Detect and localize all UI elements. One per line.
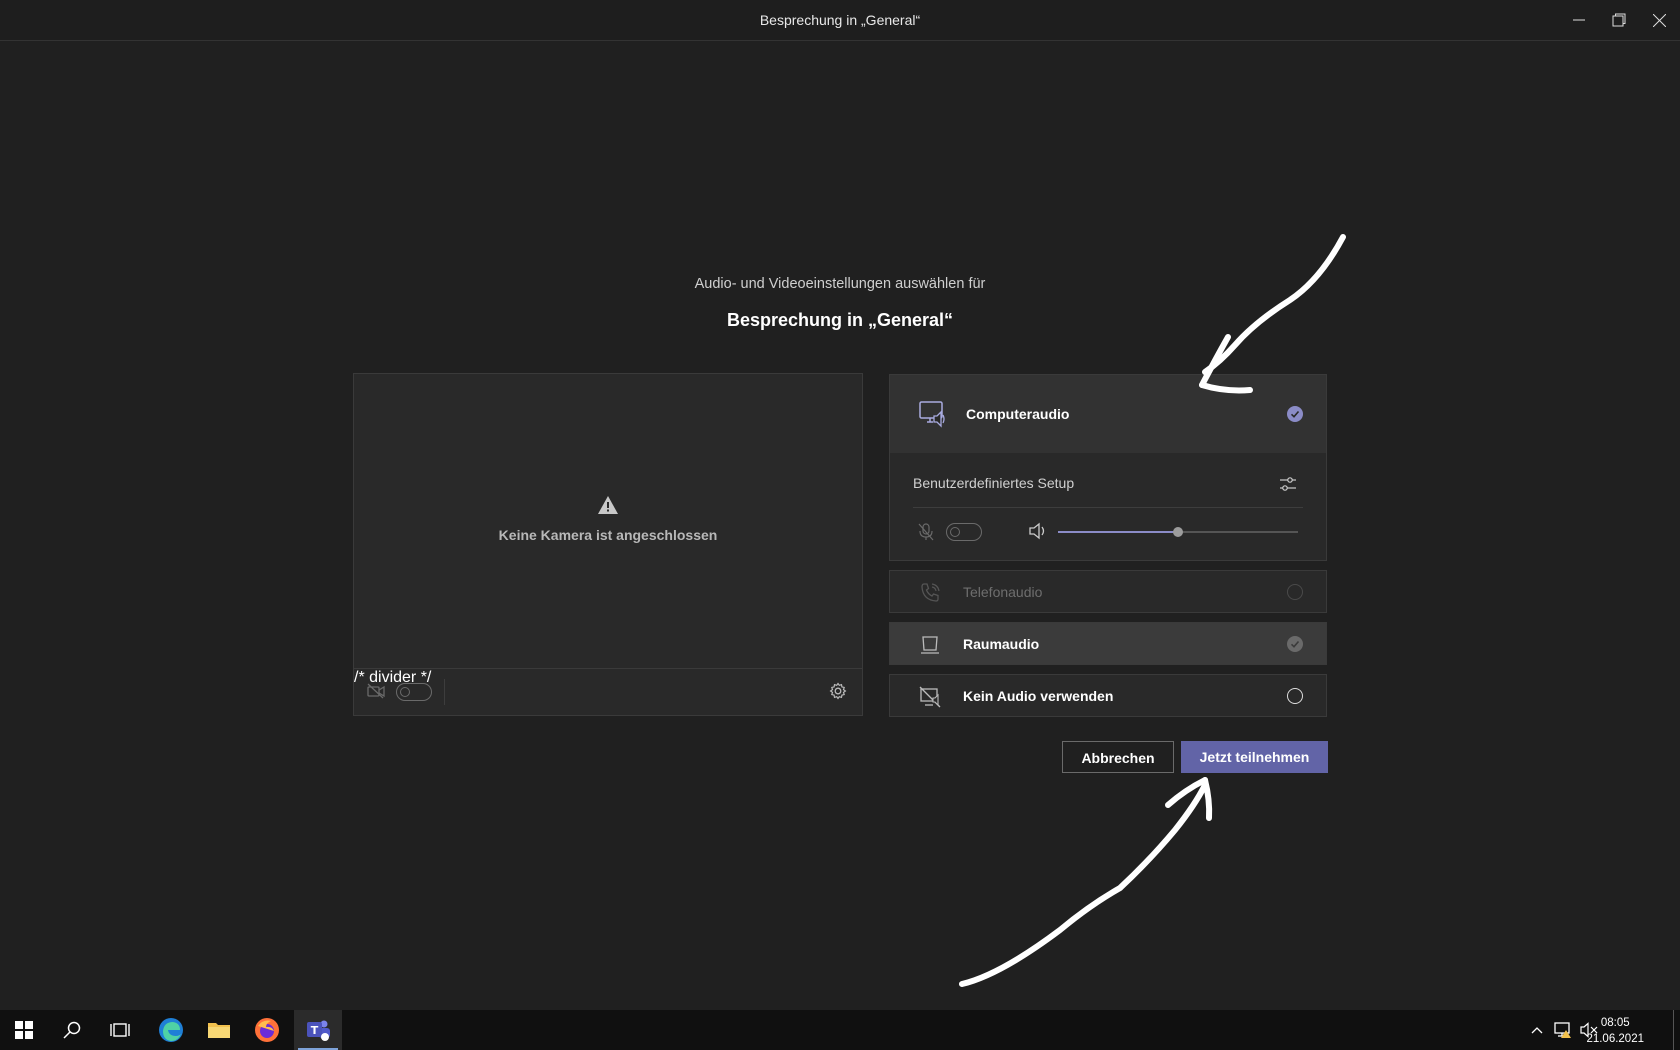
show-hidden-icons-button[interactable] bbox=[1524, 1010, 1550, 1050]
task-view-icon bbox=[110, 1023, 130, 1037]
search-button[interactable] bbox=[48, 1010, 96, 1050]
edge-icon bbox=[159, 1018, 183, 1042]
search-icon bbox=[63, 1021, 81, 1039]
windows-logo-icon bbox=[15, 1021, 33, 1039]
start-button[interactable] bbox=[0, 1010, 48, 1050]
arrow-to-computer-audio bbox=[1202, 234, 1346, 375]
arrow-head-bottom-b bbox=[1202, 777, 1213, 821]
svg-text:T: T bbox=[311, 1024, 319, 1037]
arrow-head-top-a bbox=[1199, 334, 1231, 388]
task-view-button[interactable] bbox=[96, 1010, 144, 1050]
network-warning-icon bbox=[1554, 1022, 1571, 1038]
firefox-button[interactable] bbox=[243, 1010, 291, 1050]
teams-button[interactable]: T bbox=[294, 1010, 342, 1050]
clock-time: 08:05 bbox=[1600, 1017, 1630, 1029]
arrow-head-top-b bbox=[1199, 382, 1253, 394]
taskbar: T 08:05 21.06.2021 bbox=[0, 1010, 1680, 1050]
clock-date: 21.06.2021 bbox=[1586, 1033, 1644, 1045]
network-button[interactable] bbox=[1550, 1010, 1576, 1050]
show-desktop-button[interactable] bbox=[1673, 1010, 1680, 1050]
firefox-icon bbox=[255, 1018, 279, 1042]
file-explorer-button[interactable] bbox=[195, 1010, 243, 1050]
edge-button[interactable] bbox=[147, 1010, 195, 1050]
chevron-up-icon bbox=[1531, 1027, 1543, 1034]
folder-icon bbox=[208, 1023, 230, 1038]
clock[interactable]: 08:05 21.06.2021 bbox=[1586, 1015, 1644, 1047]
teams-icon: T bbox=[307, 1020, 330, 1041]
arrow-to-join-button bbox=[959, 782, 1208, 987]
annotation-arrows bbox=[959, 234, 1346, 987]
